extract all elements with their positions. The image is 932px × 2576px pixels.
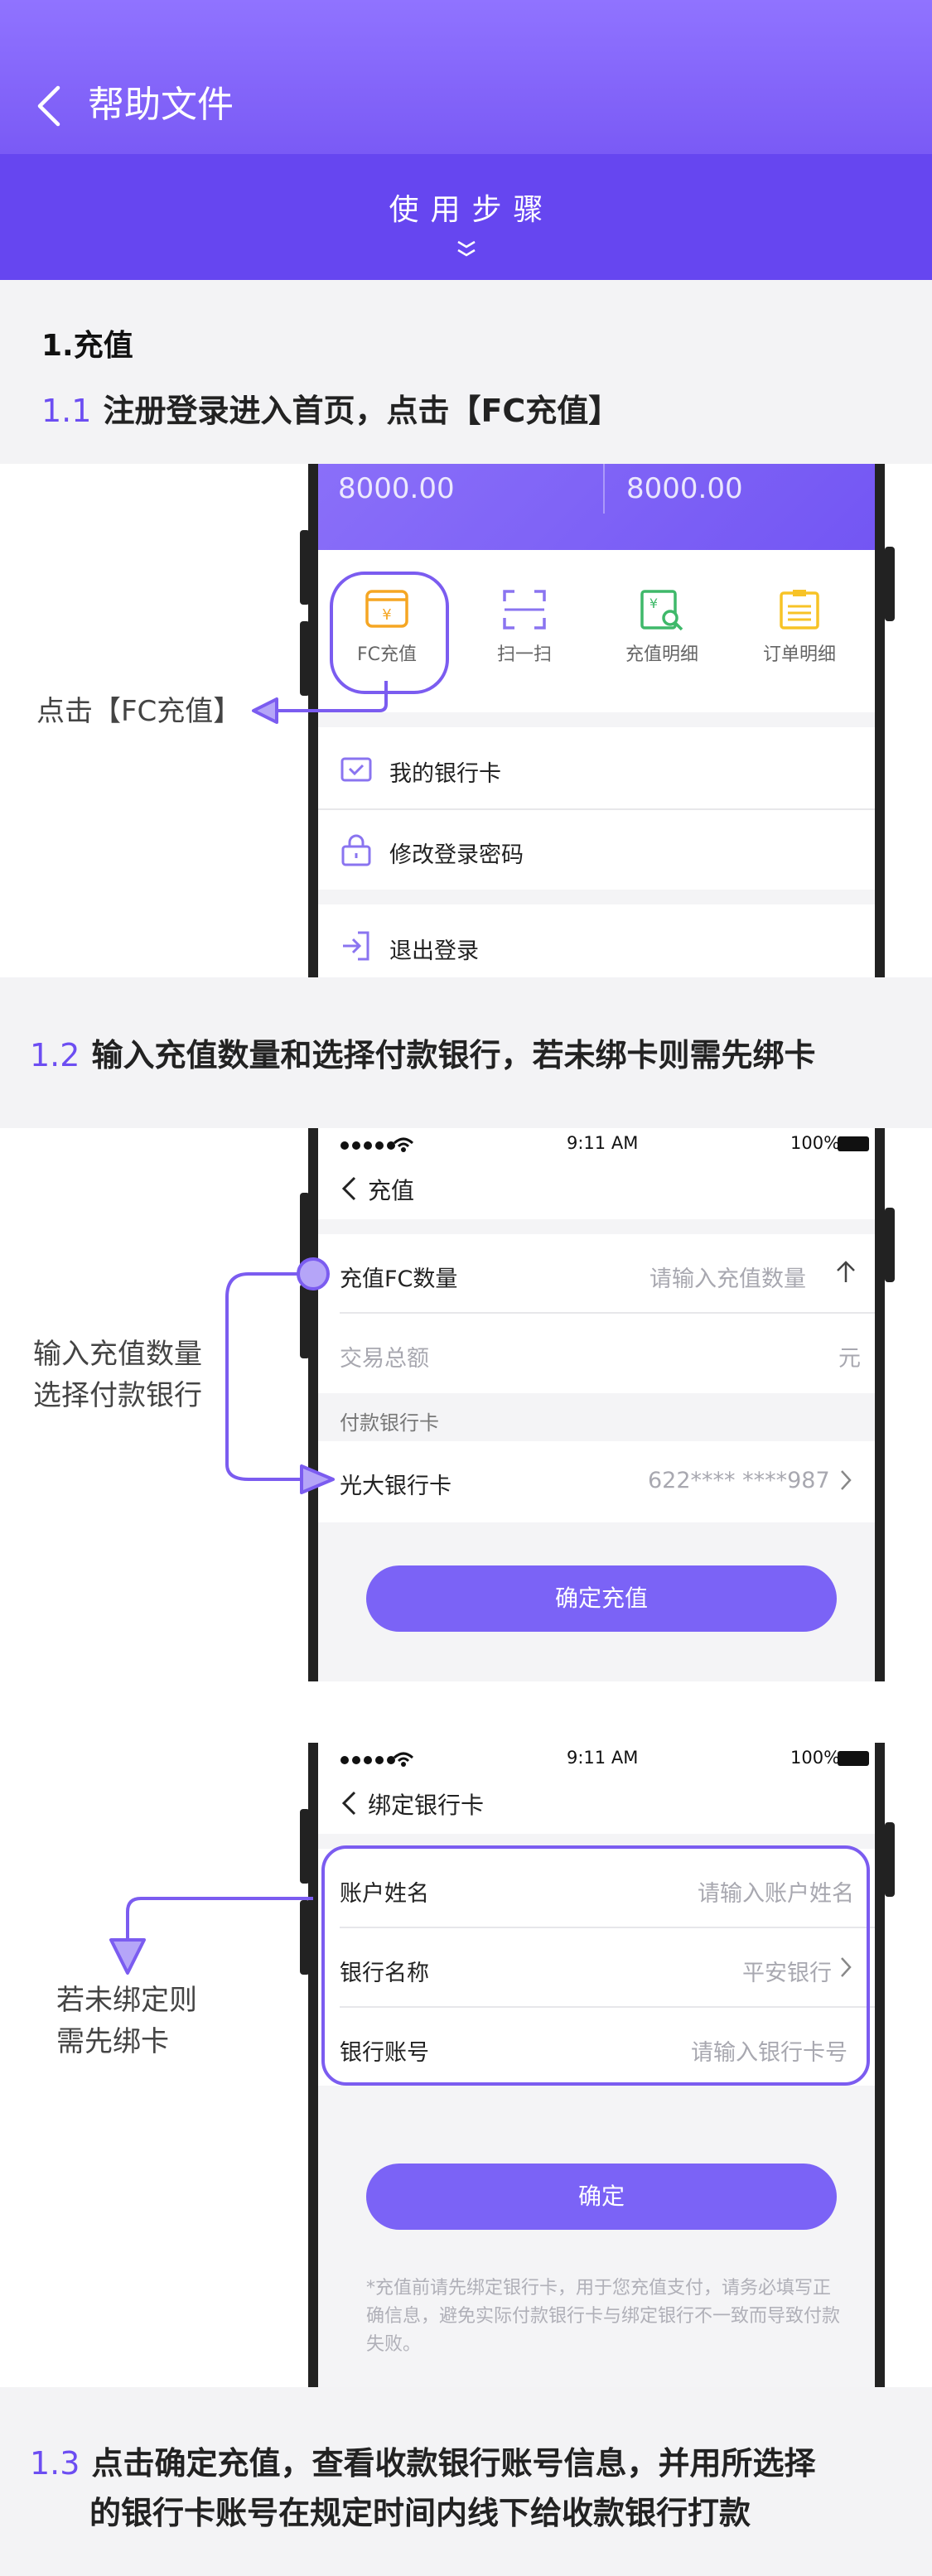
back-arrow-icon[interactable]: [33, 83, 66, 129]
balance-right: 8000.00: [626, 472, 743, 505]
lock-icon: [341, 834, 371, 866]
back-arrow-icon[interactable]: [340, 1789, 360, 1817]
balance-left: 8000.00: [338, 472, 455, 505]
status-time: 9:11 AM: [567, 1748, 639, 1768]
back-arrow-icon[interactable]: [340, 1175, 360, 1203]
svg-text:¥: ¥: [650, 596, 658, 611]
confirm-recharge-button[interactable]: 确定充值: [366, 1565, 837, 1632]
battery-icon: [838, 1751, 869, 1766]
callout-fc-recharge: 点击【FC充值】: [36, 695, 242, 728]
scan-icon: [503, 590, 546, 630]
arrow-up-icon[interactable]: [835, 1259, 857, 1284]
callout-line: 选择付款银行: [33, 1379, 202, 1412]
confirm-bind-button[interactable]: 确定: [366, 2164, 837, 2230]
status-time: 9:11 AM: [567, 1133, 639, 1153]
step-text: 输入充值数量和选择付款银行，若未绑卡则需先绑卡: [91, 1037, 816, 1073]
wifi-icon: [393, 1137, 414, 1152]
step-heading-1-3: 1.3 点击确定充值，查看收款银行账号信息，并用所选择: [30, 2439, 815, 2488]
action-scan[interactable]: 扫一扫: [461, 572, 588, 696]
bank-number: 622**** ****987: [648, 1468, 830, 1493]
step-number: 1.1: [41, 393, 92, 429]
callout-bracket: [225, 1257, 335, 1494]
callout-arrow: [252, 681, 388, 724]
step-text: 注册登录进入首页，点击【FC充值】: [103, 393, 621, 429]
screen-title: 绑定银行卡: [368, 1792, 485, 1819]
action-recharge-detail[interactable]: ¥ 充值明细: [598, 572, 726, 696]
callout-line: 输入充值数量: [33, 1338, 202, 1371]
bank-section-label: 付款银行卡: [340, 1411, 439, 1435]
phone-side-button: [885, 1822, 895, 1897]
amount-label: 充值FC数量: [340, 1266, 458, 1292]
amount-input[interactable]: 请输入充值数量: [650, 1261, 806, 1293]
action-order-detail[interactable]: 订单明细: [736, 572, 863, 696]
step-number: 1.3: [30, 2445, 80, 2482]
recharge-detail-icon: ¥: [640, 590, 683, 631]
step-heading-1-2: 1.2 输入充值数量和选择付款银行，若未绑卡则需先绑卡: [30, 1030, 815, 1080]
callout-line: 需先绑卡: [56, 2025, 169, 2058]
row-divider: [340, 1312, 875, 1314]
total-label: 交易总额: [340, 1346, 429, 1372]
battery-percent: 100%: [790, 1133, 841, 1153]
step-heading-1-3-cont: 的银行卡账号在规定时间内线下给收款银行打款: [89, 2495, 751, 2531]
action-label: 充值明细: [625, 644, 698, 665]
chevron-right-icon: [841, 1470, 852, 1490]
steps-title: 使用步骤: [389, 193, 555, 227]
phone-bind-card-screen: 9:11 AM 100% 绑定银行卡 账户姓名 请输入账户姓名 银行名称 平安银…: [308, 1743, 885, 2387]
total-unit: 元: [838, 1346, 861, 1372]
menu-label: 我的银行卡: [389, 761, 501, 787]
menu-label: 修改登录密码: [389, 842, 524, 868]
order-detail-icon: [780, 590, 819, 630]
action-label: 订单明细: [762, 644, 836, 665]
bank-card-icon: [340, 757, 372, 782]
callout-bind: 若未绑定则 需先绑卡: [56, 1980, 197, 2062]
section-title: 1.充值: [41, 329, 133, 363]
wifi-icon: [393, 1752, 414, 1767]
balance-divider: [603, 464, 605, 514]
step-text: 点击确定充值，查看收款银行账号信息，并用所选择: [91, 2445, 816, 2482]
phone-side-button: [885, 547, 895, 621]
battery-percent: 100%: [790, 1748, 841, 1768]
battery-icon: [838, 1136, 869, 1151]
bank-name: 光大银行卡: [340, 1474, 452, 1499]
screen-title: 充值: [368, 1177, 415, 1204]
phone-side-button: [885, 1208, 895, 1282]
callout-recharge: 输入充值数量 选择付款银行: [33, 1334, 202, 1416]
highlight-ring: [321, 1845, 870, 2086]
callout-line: 若未绑定则: [56, 1984, 197, 2017]
page-title: 帮助文件: [88, 84, 234, 126]
phone-recharge-screen: 9:11 AM 100% 充值 充值FC数量 请输入充值数量 交易总额 元 付款…: [308, 1128, 885, 1681]
action-label: 扫一扫: [496, 644, 552, 665]
double-chevron-down-icon: [457, 240, 476, 257]
bind-note: *充值前请先绑定银行卡，用于您充值支付，请务必填写正确信息，避免实际付款银行卡与…: [366, 2278, 841, 2355]
logout-icon: [343, 931, 369, 961]
callout-arrow: [109, 1897, 313, 1975]
highlight-ring: [330, 572, 449, 694]
step-heading-1-1: 1.1 注册登录进入首页，点击【FC充值】: [41, 386, 620, 436]
menu-label: 退出登录: [389, 938, 479, 964]
step-number: 1.2: [30, 1037, 80, 1073]
